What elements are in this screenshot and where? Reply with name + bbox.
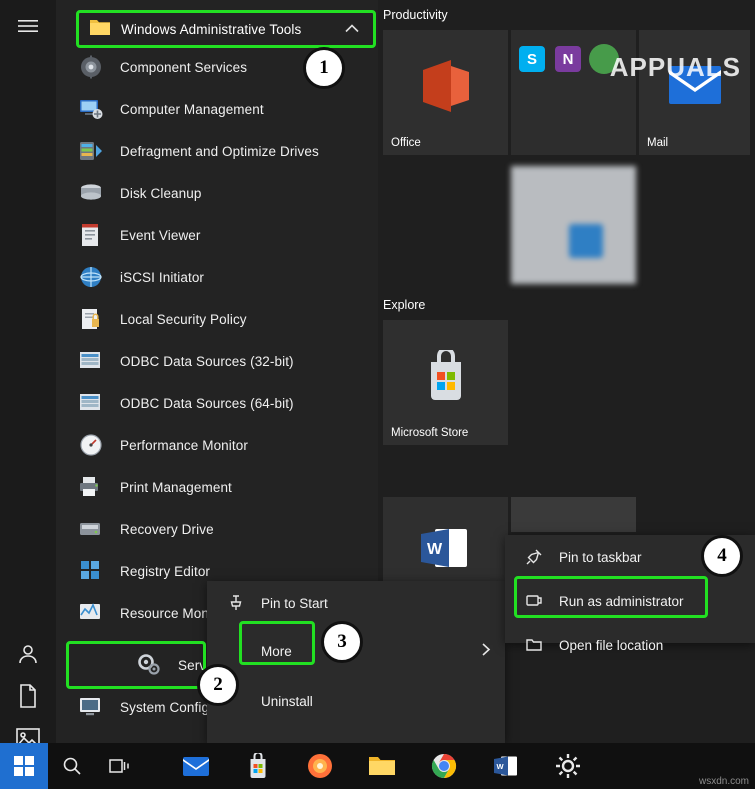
callout-4: 4	[701, 535, 743, 577]
app-label: Computer Management	[120, 101, 264, 117]
onenote-icon: N	[555, 46, 581, 72]
tile-group-title-productivity: Productivity	[383, 8, 448, 22]
iscsi-icon	[78, 264, 104, 290]
app-item-print-management[interactable]: Print Management	[56, 466, 378, 509]
svg-text:W: W	[497, 762, 505, 771]
tile-label: Microsoft Store	[391, 427, 469, 439]
app-label: Print Management	[120, 479, 232, 495]
app-item-disk-cleanup[interactable]: Disk Cleanup	[56, 172, 378, 215]
skype-icon: S	[519, 46, 545, 72]
app-item-iscsi-initiator[interactable]: iSCSI Initiator	[56, 256, 378, 299]
tile-blurred-preview[interactable]	[511, 166, 636, 284]
app-item-event-viewer[interactable]: Event Viewer	[56, 214, 378, 257]
resource-monitor-icon	[78, 600, 104, 626]
computer-management-icon	[78, 96, 104, 122]
event-viewer-icon	[78, 222, 104, 248]
tile-label: Mail	[647, 137, 669, 149]
tile-placeholder[interactable]	[511, 497, 636, 532]
app-label: Event Viewer	[120, 227, 201, 243]
recovery-drive-icon	[78, 516, 104, 542]
pin-icon	[223, 594, 249, 612]
brand-text: APPUALS	[609, 52, 741, 82]
app-item-recovery-drive[interactable]: Recovery Drive	[56, 508, 378, 551]
firefox-taskbar-button[interactable]	[296, 743, 344, 789]
tile-group-title-explore: Explore	[383, 298, 426, 312]
documents-icon[interactable]	[0, 672, 56, 720]
tile-label: Office	[391, 137, 421, 149]
tile-word[interactable]: W	[383, 497, 508, 583]
search-button[interactable]	[48, 743, 96, 789]
task-view-button[interactable]	[96, 743, 144, 789]
odbc-icon	[78, 390, 104, 416]
callout-3: 3	[321, 621, 363, 663]
app-label: iSCSI Initiator	[120, 269, 205, 285]
disk-cleanup-icon	[78, 180, 104, 206]
app-label: Recovery Drive	[120, 521, 214, 537]
callout-1: 1	[303, 47, 345, 89]
user-account-icon[interactable]	[0, 630, 56, 678]
app-label: Component Services	[120, 59, 248, 75]
word-taskbar-button[interactable]: W	[482, 743, 530, 789]
context-menu-item-uninstall[interactable]: Uninstall	[207, 679, 505, 723]
system-configuration-icon	[78, 694, 104, 720]
app-label: Defragment and Optimize Drives	[120, 143, 319, 159]
local-security-policy-icon	[78, 306, 104, 332]
context-menu-label: Uninstall	[261, 693, 313, 709]
context-menu-label: Pin to taskbar	[559, 549, 642, 565]
folder-icon	[89, 18, 111, 40]
settings-taskbar-button[interactable]	[544, 743, 592, 789]
defrag-icon	[78, 138, 104, 164]
chrome-taskbar-button[interactable]	[420, 743, 468, 789]
context-menu-label: Pin to Start	[261, 595, 328, 611]
brand-watermark: APPUALS	[610, 52, 741, 83]
app-item-local-security-policy[interactable]: Local Security Policy	[56, 298, 378, 341]
odbc-icon	[78, 348, 104, 374]
mail-taskbar-button[interactable]	[172, 743, 220, 789]
context-menu-label: More	[261, 643, 292, 659]
start-menu: Windows Administrative Tools Component S…	[0, 0, 755, 789]
tile-app-group[interactable]: S N	[511, 30, 636, 155]
registry-editor-icon	[78, 558, 104, 584]
start-menu-left-rail	[0, 0, 56, 748]
hamburger-icon[interactable]	[0, 2, 56, 50]
start-button[interactable]	[0, 743, 48, 789]
app-item-computer-management[interactable]: Computer Management	[56, 88, 378, 131]
pin-taskbar-icon	[521, 548, 547, 566]
performance-monitor-icon	[78, 432, 104, 458]
chevron-right-icon	[481, 643, 491, 660]
chevron-up-icon[interactable]	[345, 20, 359, 38]
services-gears-icon	[136, 652, 162, 678]
app-item-defragment-and-optimize-drives[interactable]: Defragment and Optimize Drives	[56, 130, 378, 173]
shield-admin-icon	[521, 592, 547, 610]
context-menu-primary: Pin to Start More Uninstall	[207, 581, 505, 743]
callout-2: 2	[197, 664, 239, 706]
folder-open-icon	[521, 636, 547, 654]
app-item-performance-monitor[interactable]: Performance Monitor	[56, 424, 378, 467]
context-menu-item-pin-to-start[interactable]: Pin to Start	[207, 581, 505, 625]
tile-office[interactable]: Office	[383, 30, 508, 155]
tile-microsoft-store[interactable]: Microsoft Store	[383, 320, 508, 445]
tile-mail[interactable]: Mail	[639, 30, 750, 155]
folder-windows-administrative-tools[interactable]: Windows Administrative Tools	[76, 10, 376, 48]
site-watermark: wsxdn.com	[698, 776, 749, 787]
app-label: Registry Editor	[120, 563, 211, 579]
print-management-icon	[78, 474, 104, 500]
svg-text:W: W	[427, 541, 443, 558]
app-label: Disk Cleanup	[120, 185, 202, 201]
component-services-icon	[78, 54, 104, 80]
context-menu-label: Open file location	[559, 637, 664, 653]
taskbar: W	[0, 743, 755, 789]
app-label: ODBC Data Sources (64-bit)	[120, 395, 294, 411]
app-label: Local Security Policy	[120, 311, 247, 327]
app-label: ODBC Data Sources (32-bit)	[120, 353, 294, 369]
store-taskbar-button[interactable]	[234, 743, 282, 789]
context-menu-label: Run as administrator	[559, 593, 684, 609]
file-explorer-taskbar-button[interactable]	[358, 743, 406, 789]
context-menu-item-run-as-administrator[interactable]: Run as administrator	[505, 579, 755, 623]
context-menu-item-open-file-location[interactable]: Open file location	[505, 623, 755, 667]
folder-label: Windows Administrative Tools	[121, 21, 302, 37]
app-item-odbc-data-sources-32[interactable]: ODBC Data Sources (32-bit)	[56, 340, 378, 383]
app-item-odbc-data-sources-64[interactable]: ODBC Data Sources (64-bit)	[56, 382, 378, 425]
app-label: Performance Monitor	[120, 437, 248, 453]
